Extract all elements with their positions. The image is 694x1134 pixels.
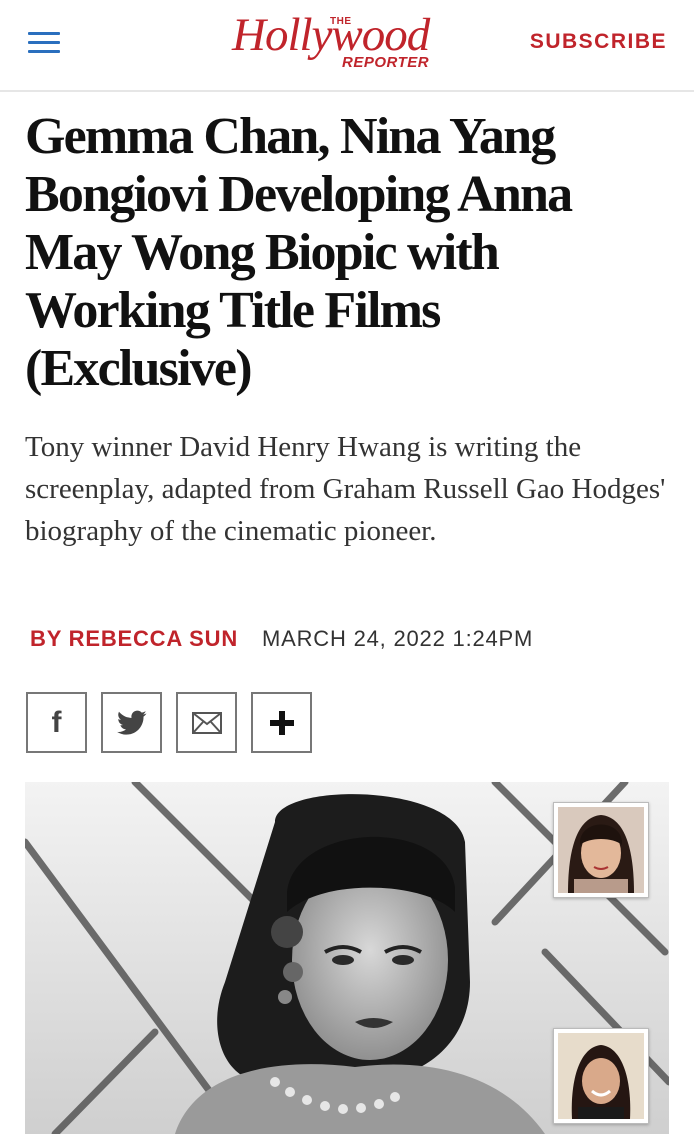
- subscribe-button[interactable]: SUBSCRIBE: [530, 30, 667, 54]
- portrait-thumbnail: [558, 1033, 644, 1119]
- menu-bar: [28, 32, 60, 35]
- byline: BY REBECCA SUN MARCH 24, 2022 1:24PM: [30, 626, 533, 652]
- menu-bar: [28, 41, 60, 44]
- share-more-button[interactable]: [251, 692, 312, 753]
- share-email-button[interactable]: [176, 692, 237, 753]
- author-link[interactable]: BY REBECCA SUN: [30, 626, 238, 651]
- menu-bar: [28, 50, 60, 53]
- share-twitter-button[interactable]: [101, 692, 162, 753]
- email-icon: [191, 711, 222, 734]
- site-logo[interactable]: Hollywood THE REPORTER: [230, 8, 470, 74]
- plus-icon: [269, 710, 294, 735]
- share-facebook-button[interactable]: f: [26, 692, 87, 753]
- hero-image[interactable]: [25, 782, 669, 1134]
- article-dek: Tony winner David Henry Hwang is writing…: [25, 431, 666, 547]
- article-headline: Gemma Chan, Nina Yang Bongiovi Developin…: [25, 108, 573, 397]
- facebook-icon: f: [51, 705, 62, 739]
- publish-date: MARCH 24, 2022 1:24PM: [262, 626, 534, 651]
- site-header: Hollywood THE REPORTER SUBSCRIBE: [0, 0, 694, 92]
- inset-photo-gemma-chan: [553, 802, 649, 898]
- hamburger-menu-icon[interactable]: [28, 30, 60, 54]
- logo-the: THE: [330, 16, 352, 27]
- inset-photo-nina-yang-bongiovi: [553, 1028, 649, 1124]
- twitter-icon: [116, 710, 146, 735]
- logo-reporter: REPORTER: [342, 54, 430, 71]
- portrait-thumbnail: [558, 807, 644, 893]
